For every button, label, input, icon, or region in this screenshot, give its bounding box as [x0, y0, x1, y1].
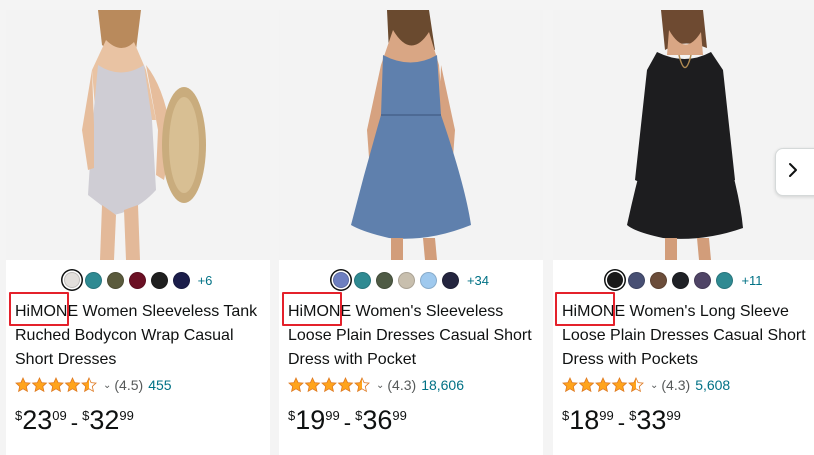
price-symbol: $ [82, 408, 90, 423]
color-swatch[interactable] [441, 271, 459, 289]
price-dash: - [343, 410, 352, 435]
product-image[interactable] [279, 10, 543, 260]
star-icon [48, 377, 64, 393]
color-swatch[interactable] [397, 271, 415, 289]
more-colors-link[interactable]: +34 [467, 273, 489, 288]
color-swatch[interactable] [650, 271, 668, 289]
product-image[interactable] [6, 10, 270, 260]
color-swatch[interactable] [672, 271, 690, 289]
more-colors-link[interactable]: +6 [198, 273, 213, 288]
star-rating-icon[interactable] [562, 377, 646, 393]
price-range[interactable]: $ 19 99 - $ 36 99 [288, 404, 407, 436]
color-swatch[interactable] [607, 272, 624, 288]
color-swatch[interactable] [375, 271, 393, 289]
star-icon [595, 377, 611, 393]
color-swatch[interactable] [84, 271, 102, 289]
rating-value: (4.5) [114, 377, 144, 393]
color-swatch[interactable] [419, 271, 437, 289]
price-whole: 32 [89, 405, 120, 435]
brand-highlight-box [9, 292, 69, 326]
price-symbol: $ [288, 408, 296, 423]
color-swatch[interactable] [128, 271, 146, 289]
review-count-link[interactable]: 455 [148, 377, 171, 393]
price-range[interactable]: $ 18 99 - $ 33 99 [562, 404, 681, 436]
price-dash: - [617, 410, 626, 435]
rating-row: ⌄ (4.5) 455 [15, 375, 172, 395]
price-fraction: 99 [599, 408, 614, 423]
price-whole: 36 [362, 405, 393, 435]
color-swatch[interactable] [694, 271, 712, 289]
chevron-down-icon[interactable]: ⌄ [103, 380, 111, 391]
color-swatches: +11 [553, 269, 814, 291]
price-dash: - [70, 410, 79, 435]
color-swatch[interactable] [172, 271, 190, 289]
carousel-next-button[interactable] [775, 148, 814, 196]
color-swatch[interactable] [150, 271, 168, 289]
more-colors-link[interactable]: +11 [741, 273, 762, 288]
rating-value: (4.3) [661, 377, 691, 393]
price-whole: 33 [636, 405, 667, 435]
price-range[interactable]: $ 23 09 - $ 32 99 [15, 404, 134, 436]
star-icon [64, 377, 81, 393]
star-icon [611, 377, 628, 393]
color-swatch[interactable] [628, 271, 646, 289]
product-image[interactable] [553, 10, 814, 260]
product-card[interactable]: +11 HiMONE Women's Long Sleeve Loose Pla… [553, 10, 814, 455]
star-icon [628, 377, 644, 393]
color-swatch[interactable] [332, 272, 349, 288]
price-fraction: 99 [325, 408, 340, 423]
star-icon [354, 377, 370, 393]
color-swatch[interactable] [716, 271, 734, 289]
price-whole: 23 [22, 405, 53, 435]
star-rating-icon[interactable] [288, 377, 372, 393]
chevron-down-icon[interactable]: ⌄ [376, 380, 384, 391]
price-symbol: $ [15, 408, 23, 423]
star-icon [562, 377, 578, 393]
star-icon [321, 377, 337, 393]
color-swatches: +6 [6, 269, 270, 291]
color-swatch[interactable] [63, 272, 80, 288]
brand-highlight-box [555, 292, 615, 326]
star-icon [31, 377, 48, 393]
review-count-link[interactable]: 5,608 [695, 377, 730, 393]
rating-value: (4.3) [387, 377, 417, 393]
star-icon [304, 377, 321, 393]
chevron-down-icon[interactable]: ⌄ [650, 380, 658, 391]
price-whole: 19 [295, 405, 326, 435]
price-symbol: $ [355, 408, 363, 423]
price-fraction: 09 [52, 408, 67, 423]
color-swatches: +34 [279, 269, 543, 291]
brand-highlight-box [282, 292, 342, 326]
price-fraction: 99 [392, 408, 407, 423]
price-symbol: $ [562, 408, 570, 423]
color-swatch[interactable] [353, 271, 371, 289]
price-symbol: $ [629, 408, 637, 423]
star-icon [15, 377, 31, 393]
price-fraction: 99 [119, 408, 134, 423]
price-whole: 18 [569, 405, 600, 435]
price-fraction: 99 [666, 408, 681, 423]
rating-row: ⌄ (4.3) 18,606 [288, 375, 464, 395]
chevron-right-icon [787, 162, 799, 183]
star-icon [578, 377, 595, 393]
color-swatch[interactable] [106, 271, 124, 289]
review-count-link[interactable]: 18,606 [421, 377, 464, 393]
star-icon [337, 377, 354, 393]
star-icon [288, 377, 304, 393]
rating-row: ⌄ (4.3) 5,608 [562, 375, 730, 395]
product-card[interactable]: +6 HiMONE Women Sleeveless Tank Ruched B… [6, 10, 270, 455]
star-rating-icon[interactable] [15, 377, 99, 393]
star-icon [81, 377, 97, 393]
product-card[interactable]: +34 HiMONE Women's Sleeveless Loose Plai… [279, 10, 543, 455]
